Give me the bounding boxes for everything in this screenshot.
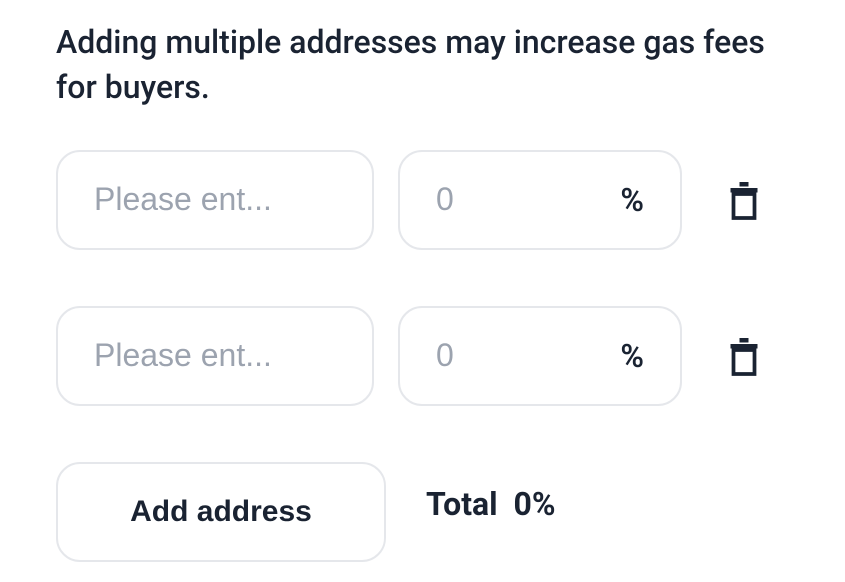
total-display: Total 0% [426,485,556,523]
add-address-button[interactable]: Add address [56,462,386,562]
bottom-row: Add address Total 0% [56,462,789,562]
address-row: % [56,306,789,406]
total-value: 0% [514,485,556,523]
percent-input[interactable] [436,337,536,374]
trash-icon [726,335,762,377]
warning-message: Adding multiple addresses may increase g… [56,20,789,110]
total-label: Total [426,485,498,523]
percent-input-wrapper: % [398,306,682,406]
address-input[interactable] [56,306,374,406]
percent-symbol: % [620,181,644,219]
trash-icon [726,179,762,221]
address-row: % [56,150,789,250]
percent-input-wrapper: % [398,150,682,250]
address-input[interactable] [56,150,374,250]
percent-input[interactable] [436,181,536,218]
percent-symbol: % [620,337,644,375]
delete-button[interactable] [718,171,770,229]
delete-button[interactable] [718,327,770,385]
